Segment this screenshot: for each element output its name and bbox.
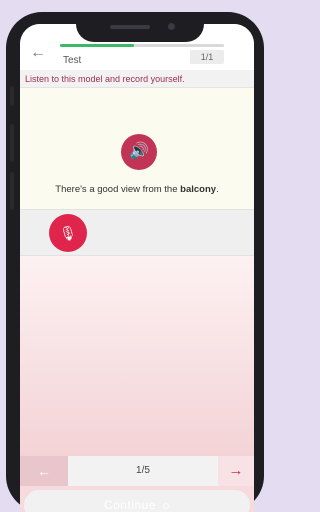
microphone-icon: 🎙 <box>59 225 77 241</box>
page-indicator: 1/5 <box>68 456 218 486</box>
previous-button[interactable]: ← <box>20 456 68 486</box>
back-arrow-icon[interactable]: ← <box>30 45 46 61</box>
continue-circle-icon: ⊙ <box>162 501 171 511</box>
phone-mute-switch <box>10 86 14 106</box>
progress-bar <box>60 44 224 47</box>
instruction-text: Listen to this model and record yourself… <box>20 70 254 88</box>
play-model-button[interactable]: 🔊 <box>121 134 157 170</box>
sentence-text: There's a good view from the <box>55 184 181 195</box>
record-button[interactable]: 🎙 <box>49 214 87 252</box>
pager: ← 1/5 → <box>20 456 254 486</box>
phone-volume-down <box>10 172 14 210</box>
app-screen: ← Test 1/1 Listen to this model and reco… <box>20 24 254 512</box>
question-counter-badge: 1/1 <box>190 50 224 64</box>
sentence-keyword: balcony <box>180 184 217 195</box>
content-background <box>20 256 254 456</box>
model-sentence: There's a good view from the balcony. <box>20 184 254 195</box>
progress-fill <box>60 44 134 47</box>
front-camera <box>168 23 175 30</box>
page-title: Test <box>63 55 82 66</box>
speaker-icon: 🔊 <box>129 143 149 160</box>
phone-notch <box>76 12 204 42</box>
earpiece-speaker <box>110 25 150 29</box>
sentence-end: . <box>216 184 219 195</box>
phone-volume-up <box>10 124 14 162</box>
arrow-right-icon: → <box>228 462 244 479</box>
continue-button[interactable]: Continue ⊙ <box>24 490 250 512</box>
next-button[interactable]: → <box>218 456 254 486</box>
continue-label: Continue <box>103 498 156 512</box>
arrow-left-icon: ← <box>37 463 51 479</box>
